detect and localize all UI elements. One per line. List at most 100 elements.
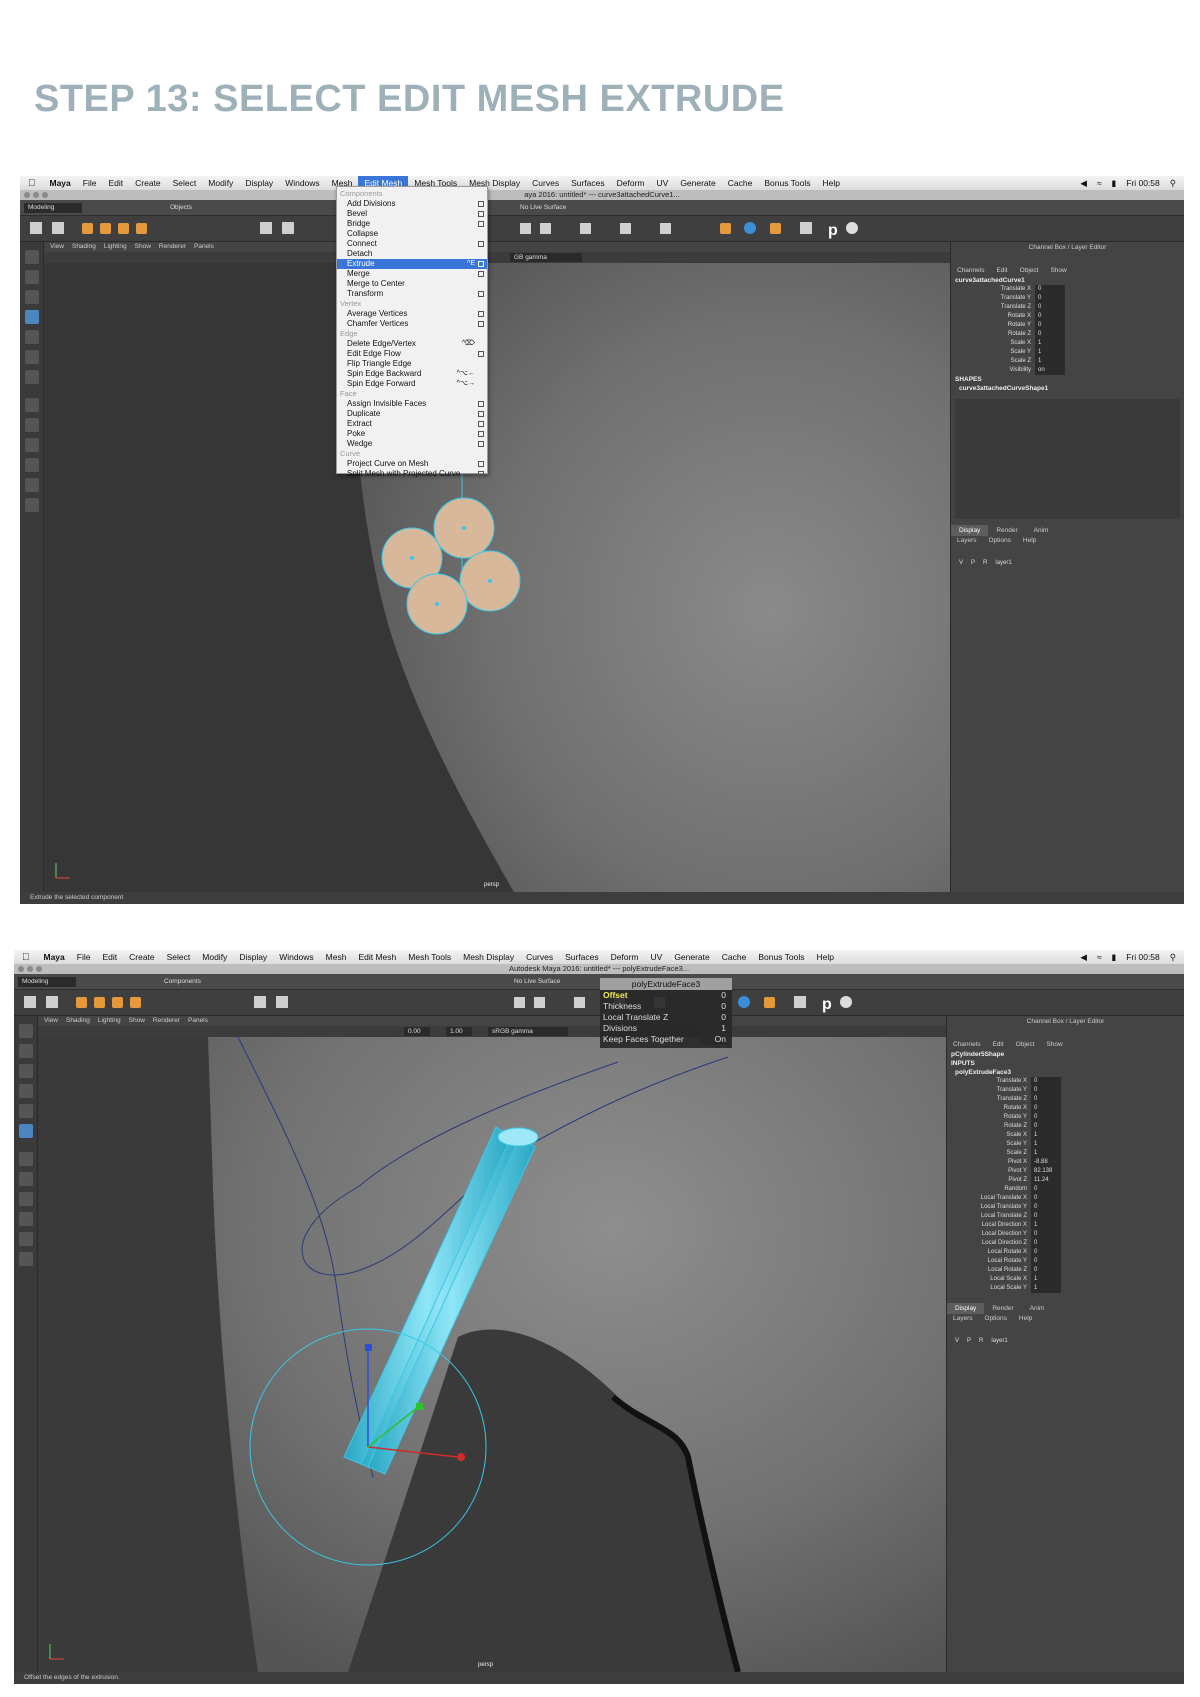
select-tool-icon[interactable] bbox=[19, 1024, 33, 1038]
node-name[interactable]: curve3attachedCurve1 bbox=[951, 276, 1184, 285]
channel-value[interactable]: 0 bbox=[1031, 1257, 1061, 1266]
viewport-menu-view[interactable]: View bbox=[44, 1016, 58, 1026]
viewport-menu-panels[interactable]: Panels bbox=[188, 1016, 208, 1026]
option-box-icon[interactable] bbox=[478, 421, 484, 427]
channel-value[interactable]: 0 bbox=[1035, 321, 1065, 330]
layer-playback[interactable]: P bbox=[971, 558, 975, 568]
option-box-icon[interactable] bbox=[478, 321, 484, 327]
channel-row[interactable]: Translate X 0 bbox=[947, 1077, 1184, 1086]
option-box-icon[interactable] bbox=[478, 271, 484, 277]
menu-item[interactable]: Bridge bbox=[337, 219, 487, 229]
channel-row[interactable]: Local Rotate X 0 bbox=[947, 1248, 1184, 1257]
volume-icon[interactable]: ◀ bbox=[1080, 952, 1087, 963]
channel-value[interactable]: 1 bbox=[1031, 1140, 1061, 1149]
channel-value[interactable]: 0 bbox=[1035, 312, 1065, 321]
traffic-lights[interactable] bbox=[24, 192, 48, 198]
menu-item[interactable]: Extrude ^E bbox=[337, 259, 487, 269]
menu-maya[interactable]: Maya bbox=[44, 176, 77, 190]
shape-node[interactable]: curve3attachedCurveShape1 bbox=[951, 384, 1184, 393]
option-box-icon[interactable] bbox=[478, 241, 484, 247]
layer-visibility[interactable]: V bbox=[959, 558, 963, 568]
channel-row[interactable]: Local Rotate Y 0 bbox=[947, 1257, 1184, 1266]
channel-value[interactable]: 1 bbox=[1035, 339, 1065, 348]
menu-uv[interactable]: UV bbox=[645, 950, 669, 964]
channel-value[interactable]: 0 bbox=[1031, 1266, 1061, 1275]
shelf-icons[interactable]: p bbox=[14, 990, 1184, 1016]
option-box-icon[interactable] bbox=[478, 211, 484, 217]
tab-edit[interactable]: Edit bbox=[996, 266, 1007, 276]
menu-windows[interactable]: Windows bbox=[279, 176, 325, 190]
option-box-icon[interactable] bbox=[478, 411, 484, 417]
option-box-icon[interactable] bbox=[478, 311, 484, 317]
menu-select[interactable]: Select bbox=[167, 176, 203, 190]
channel-row[interactable]: Pivot Z 11.24 bbox=[947, 1176, 1184, 1185]
menu-edit[interactable]: Edit bbox=[102, 176, 129, 190]
battery-icon[interactable]: ▮ bbox=[1112, 952, 1117, 963]
viewport-scene[interactable] bbox=[38, 1037, 946, 1672]
lasso-tool-icon[interactable] bbox=[19, 1044, 33, 1058]
menu-curves[interactable]: Curves bbox=[526, 176, 565, 190]
layout-single-icon[interactable] bbox=[25, 398, 39, 412]
scale-tool-icon[interactable] bbox=[25, 350, 39, 364]
viewport-menu-show[interactable]: Show bbox=[129, 1016, 145, 1026]
channel-row[interactable]: Local Scale Y 1 bbox=[947, 1284, 1184, 1293]
menu-item[interactable]: Assign Invisible Faces bbox=[337, 399, 487, 409]
tab-object[interactable]: Object bbox=[1020, 266, 1039, 276]
tab-channels[interactable]: Channels bbox=[953, 1040, 980, 1050]
channel-row[interactable]: Scale X 1 bbox=[947, 1131, 1184, 1140]
menu-select[interactable]: Select bbox=[161, 950, 197, 964]
menu-generate[interactable]: Generate bbox=[674, 176, 721, 190]
viewport-menu-panels[interactable]: Panels bbox=[194, 242, 214, 252]
in-view-editor[interactable]: polyExtrudeFace3 Offset 0 Thickness 0 Local … bbox=[600, 978, 732, 1048]
menu-item[interactable]: Merge to Center bbox=[337, 279, 487, 289]
option-box-icon[interactable] bbox=[478, 261, 484, 267]
channel-row[interactable]: Local Scale X 1 bbox=[947, 1275, 1184, 1284]
channel-value[interactable]: 0 bbox=[1031, 1077, 1061, 1086]
layer-menu-help[interactable]: Help bbox=[1023, 536, 1036, 546]
viewport-menu-renderer[interactable]: Renderer bbox=[159, 242, 186, 252]
layout-two-icon[interactable] bbox=[19, 1192, 33, 1206]
channel-value[interactable]: 11.24 bbox=[1031, 1176, 1061, 1185]
option-box-icon[interactable] bbox=[478, 351, 484, 357]
hud-row[interactable]: Thickness 0 bbox=[600, 1001, 732, 1012]
channel-row[interactable]: Scale Z 1 bbox=[951, 357, 1184, 366]
objects-selector[interactable]: Objects bbox=[170, 203, 230, 213]
zoom-icon[interactable] bbox=[36, 966, 42, 972]
menu-item[interactable]: Flip Triangle Edge bbox=[337, 359, 487, 369]
exposure-field[interactable]: 0.00 bbox=[404, 1027, 430, 1036]
layer-reference[interactable]: R bbox=[983, 558, 987, 568]
menu-item[interactable]: Delete Edge/Vertex ^⌦ bbox=[337, 339, 487, 349]
layer-menu-options[interactable]: Options bbox=[985, 1314, 1007, 1324]
menu-modify[interactable]: Modify bbox=[202, 176, 239, 190]
channel-value[interactable]: 0 bbox=[1031, 1113, 1061, 1122]
option-box-icon[interactable] bbox=[478, 221, 484, 227]
menu-mesh-display[interactable]: Mesh Display bbox=[457, 950, 520, 964]
option-box-icon[interactable] bbox=[478, 291, 484, 297]
viewport-menu-view[interactable]: View bbox=[50, 242, 64, 252]
channel-row[interactable]: Local Translate Y 0 bbox=[947, 1203, 1184, 1212]
channel-value[interactable]: 0 bbox=[1031, 1185, 1061, 1194]
zoom-icon[interactable] bbox=[42, 192, 48, 198]
menu-create[interactable]: Create bbox=[129, 176, 167, 190]
channel-value[interactable]: 0 bbox=[1031, 1104, 1061, 1113]
channel-value[interactable]: 0 bbox=[1031, 1194, 1061, 1203]
gamma-field[interactable]: 1.00 bbox=[446, 1027, 472, 1036]
menu-item[interactable]: Spin Edge Backward ^⌥← bbox=[337, 369, 487, 379]
menu-item[interactable]: Merge bbox=[337, 269, 487, 279]
channel-row[interactable]: Random 0 bbox=[947, 1185, 1184, 1194]
channel-row[interactable]: Translate Y 0 bbox=[951, 294, 1184, 303]
layout-single-icon[interactable] bbox=[19, 1152, 33, 1166]
viewport-menu-show[interactable]: Show bbox=[135, 242, 151, 252]
menu-bonus-tools[interactable]: Bonus Tools bbox=[752, 950, 810, 964]
channel-value[interactable]: 0 bbox=[1035, 285, 1065, 294]
shelf-icons[interactable]: p bbox=[20, 216, 1184, 242]
channel-row[interactable]: Rotate Y 0 bbox=[947, 1113, 1184, 1122]
search-icon[interactable]: ⚲ bbox=[1170, 178, 1176, 189]
hud-value[interactable]: 0 bbox=[701, 1012, 729, 1023]
menu-item[interactable]: Detach bbox=[337, 249, 487, 259]
channel-row[interactable]: Local Translate X 0 bbox=[947, 1194, 1184, 1203]
menu-item[interactable]: Add Divisions bbox=[337, 199, 487, 209]
layout-outliner-icon[interactable] bbox=[25, 458, 39, 472]
channel-row[interactable]: Local Direction Z 0 bbox=[947, 1239, 1184, 1248]
menu-create[interactable]: Create bbox=[123, 950, 161, 964]
